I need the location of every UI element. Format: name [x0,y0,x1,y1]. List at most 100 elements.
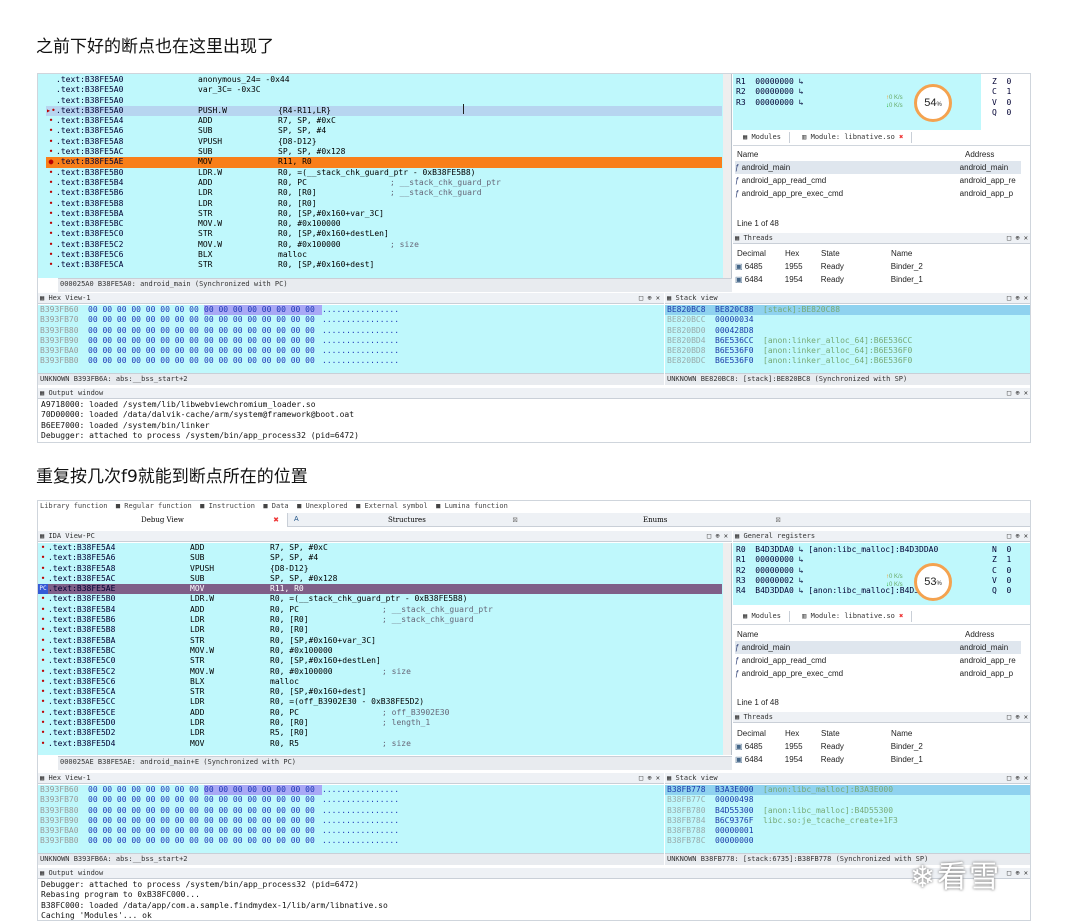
hex-bytes[interactable]: 00 00 00 00 00 00 00 00 [88,305,204,315]
breakpoint-marker[interactable]: • [38,594,48,604]
hex-bytes[interactable]: 00 00 00 00 00 00 00 00 [88,326,204,336]
breakpoint-marker[interactable] [46,75,56,85]
breakpoint-marker[interactable]: PC [38,584,48,595]
ida-line[interactable]: .text:B38FE5A0 anonymous_24= -0x44 [46,75,722,85]
breakpoint-marker[interactable]: • [46,126,56,136]
pane-controls[interactable]: □ ⊕ ✕ [1007,293,1028,303]
hex-bytes[interactable]: 00 00 00 00 00 00 00 00 [88,336,204,346]
breakpoint-marker[interactable]: • [46,147,56,157]
hex-bytes[interactable]: 00 00 00 00 00 00 00 00 [204,785,322,796]
hex-bytes[interactable]: 00 00 00 00 00 00 00 00 [204,356,322,366]
ida-line[interactable]: ▸• .text:B38FE5A0 PUSH.W {R4-R11,LR} [46,105,722,117]
ida-scrollbar[interactable] [723,74,731,278]
breakpoint-marker[interactable]: • [46,137,56,147]
hex-bytes[interactable]: 00 00 00 00 00 00 00 00 [204,346,322,356]
breakpoint-marker[interactable]: ● [46,157,56,167]
breakpoint-marker[interactable]: • [38,708,48,718]
ida-line[interactable]: .text:B38FE5A0 var_3C= -0x3C [46,85,722,95]
hex-bytes[interactable]: 00 00 00 00 00 00 00 00 [88,826,204,836]
close-tab-icon[interactable]: ✖ [273,513,279,527]
ida-line[interactable]: • .text:B38FE5B6 LDR R0, [R0] ; __stack_chk_… [38,615,722,625]
breakpoint-marker[interactable]: • [38,667,48,677]
ida-line[interactable]: • .text:B38FE5A8 VPUSH {D8-D12} [46,137,722,147]
tab-module-libnative[interactable]: ▥ Module: libnative.so ✖ [794,132,913,143]
tab-enums[interactable]: Enums ⊠ [543,513,783,527]
hex-bytes[interactable]: 00 00 00 00 00 00 00 00 [204,795,322,805]
ida-line[interactable]: PC .text:B38FE5AE MOV R11, R0 [38,584,722,595]
module-row[interactable]: ƒ android_app_pre_exec_cmd android_app_p [735,187,1021,200]
pane-controls[interactable]: □ ⊕ ✕ [639,293,660,303]
module-row[interactable]: ƒ android_main android_main [735,161,1021,174]
breakpoint-marker[interactable]: • [38,574,48,584]
output-log[interactable]: A9718000: loaded /system/lib/libwebviewc… [41,400,1021,442]
hex-bytes[interactable]: 00 00 00 00 00 00 00 00 [204,315,322,325]
breakpoint-marker[interactable]: • [46,209,56,219]
hex-bytes[interactable]: 00 00 00 00 00 00 00 00 [88,816,204,826]
breakpoint-marker[interactable]: • [46,116,56,126]
stack-row[interactable]: B38FB784 B6C9376F libc.so:je_tcache_create… [665,816,1030,826]
ida-line[interactable]: • .text:B38FE5A4 ADD R7, SP, #0xC [46,116,722,126]
hex-bytes[interactable]: 00 00 00 00 00 00 00 00 [204,806,322,816]
breakpoint-marker[interactable]: • [46,229,56,239]
hex-bytes[interactable]: 00 00 00 00 00 00 00 00 [204,836,322,846]
breakpoint-marker[interactable]: • [38,615,48,625]
pane-controls[interactable]: □ ⊕ ✕ [1007,712,1028,722]
ida-line[interactable]: ● .text:B38FE5AE MOV R11, R0 [46,157,722,168]
ida-line[interactable]: .text:B38FE5A0 [46,96,722,106]
breakpoint-marker[interactable]: • [46,260,56,270]
hex-bytes[interactable]: 00 00 00 00 00 00 00 00 [204,326,322,336]
ida-line[interactable]: • .text:B38FE5BC MOV.W R0, #0x100000 [46,219,722,229]
stack-row[interactable]: B38FB778 B3A3E000 [anon:libc_malloc]:B3A3E… [665,785,1030,796]
ida-line[interactable]: • .text:B38FE5CE ADD R0, PC ; off_B3902E30 [38,708,722,718]
breakpoint-marker[interactable]: • [46,199,56,209]
close-tab-icon[interactable]: ✖ [899,133,903,141]
ida-line[interactable]: • .text:B38FE5A6 SUB SP, SP, #4 [46,126,722,136]
threads-list[interactable]: ▣ 6485 1955 Ready Binder_2 ▣ 6484 1954 Ready Bi… [735,260,1021,290]
ida-line[interactable]: • .text:B38FE5C6 BLX malloc [38,677,722,687]
stack-row[interactable]: BE820BDC B6E536F0 [anon:linker_alloc_64]:B… [665,356,1030,366]
hex-bytes[interactable]: 00 00 00 00 00 00 00 00 [204,816,322,826]
ida-scrollbar[interactable] [723,543,731,755]
pane-controls[interactable]: □ ⊕ ✕ [707,531,728,541]
stack-row[interactable]: BE820BCC 00000034 [665,315,1030,325]
tab-debug-view[interactable]: Debug View ✖ [38,513,288,527]
module-row[interactable]: ƒ android_app_read_cmd android_app_re [735,174,1021,187]
stack-row[interactable]: B38FB77C 00000498 [665,795,1030,805]
hex-bytes[interactable]: 00 00 00 00 00 00 00 00 [88,806,204,816]
ida-line[interactable]: • .text:B38FE5B8 LDR R0, [R0] [46,199,722,209]
breakpoint-marker[interactable]: • [38,625,48,635]
module-row[interactable]: ƒ android_app_pre_exec_cmd android_app_p [735,667,1021,680]
ida-line[interactable]: • .text:B38FE5B4 ADD R0, PC ; __stack_chk_gu… [46,178,722,188]
ida-line[interactable]: • .text:B38FE5C0 STR R0, [SP,#0x160+destLen… [38,656,722,666]
ida-line[interactable]: • .text:B38FE5A8 VPUSH {D8-D12} [38,564,722,574]
hex-bytes[interactable]: 00 00 00 00 00 00 00 00 [88,315,204,325]
breakpoint-marker[interactable]: • [38,677,48,687]
breakpoint-marker[interactable]: • [46,168,56,178]
thread-row[interactable]: ▣ 6484 1954 Ready Binder_1 [735,753,1021,766]
ida-line[interactable]: • .text:B38FE5AC SUB SP, SP, #0x128 [38,574,722,584]
ida-line[interactable]: • .text:B38FE5B4 ADD R0, PC ; __stack_chk_gu… [38,605,722,615]
stack-row[interactable]: BE820BD8 B6E536F0 [anon:linker_alloc_64]:B… [665,346,1030,356]
breakpoint-marker[interactable]: • [46,178,56,188]
hex-bytes[interactable]: 00 00 00 00 00 00 00 00 [204,826,322,836]
ida-line[interactable]: • .text:B38FE5D4 MOV R0, R5 ; size [38,739,722,749]
hex-view[interactable]: B393FB60 00 00 00 00 00 00 00 00 00 00 00 … [38,305,664,373]
stack-view[interactable]: BE820BC8 BE820C88 [stack]:BE820C88 BE820BCC… [665,305,1030,373]
breakpoint-marker[interactable]: • [38,697,48,707]
ida-line[interactable]: • .text:B38FE5C2 MOV.W R0, #0x100000 ; size [46,240,722,250]
ida-disassembly[interactable]: .text:B38FE5A0 anonymous_24= -0x44 .text:B… [46,75,722,270]
pane-controls[interactable]: □ ⊕ ✕ [1007,868,1028,878]
stack-row[interactable]: BE820BD4 B6E536CC [anon:linker_alloc_64]:B… [665,336,1030,346]
breakpoint-marker[interactable]: • [38,553,48,563]
ida-line[interactable]: • .text:B38FE5B8 LDR R0, [R0] [38,625,722,635]
breakpoint-marker[interactable]: • [38,543,48,553]
breakpoint-marker[interactable]: • [38,739,48,749]
threads-list[interactable]: ▣ 6485 1955 Ready Binder_2 ▣ 6484 1954 Ready Bi… [735,740,1021,768]
breakpoint-marker[interactable]: • [38,718,48,728]
ida-line[interactable]: • .text:B38FE5C2 MOV.W R0, #0x100000 ; size [38,667,722,677]
tab-structures[interactable]: Structures ⊠ [388,513,538,527]
breakpoint-marker[interactable]: • [46,188,56,198]
breakpoint-marker[interactable]: • [46,240,56,250]
hex-bytes[interactable]: 00 00 00 00 00 00 00 00 [88,836,204,846]
hex-bytes[interactable]: 00 00 00 00 00 00 00 00 [88,785,204,795]
